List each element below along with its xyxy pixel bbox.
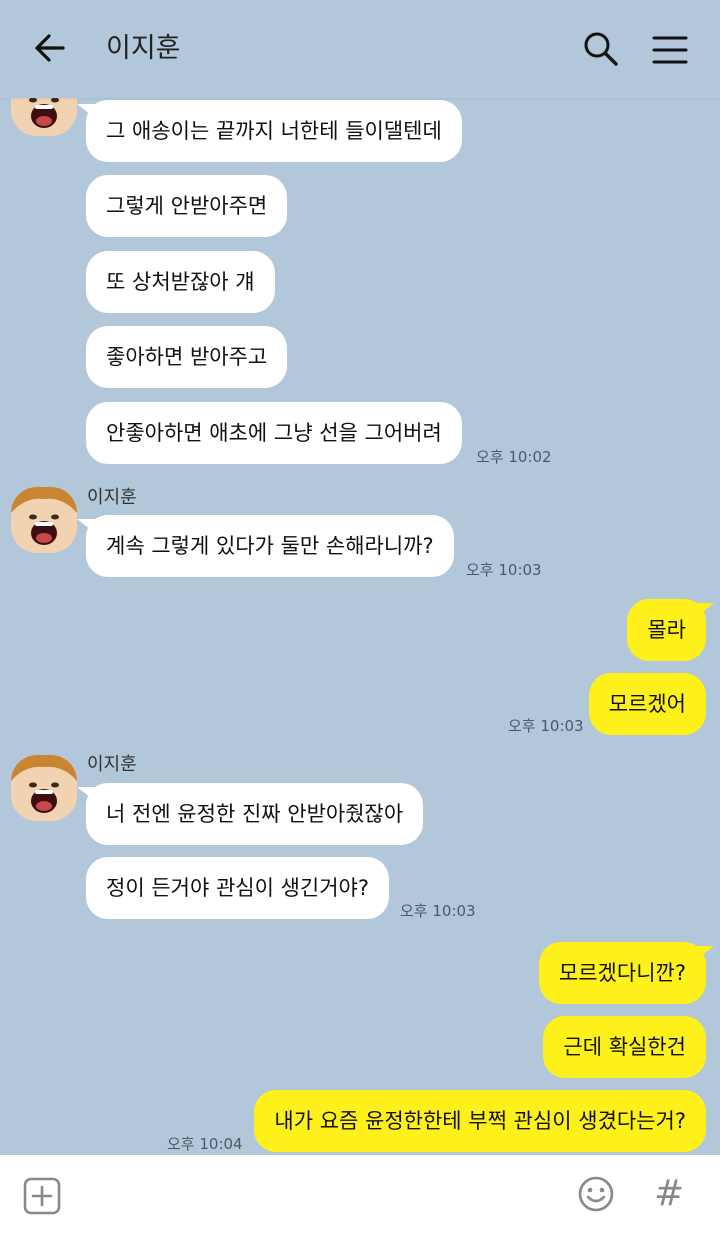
my-message-bubble[interactable]: 내가 요즘 윤정한한테 부쩍 관심이 생겼다는거? — [254, 1090, 706, 1152]
message-bubble[interactable]: 계속 그렇게 있다가 둘만 손해라니까? — [86, 515, 454, 577]
avatar[interactable] — [11, 755, 77, 821]
message-timestamp: 오후 10:03 — [508, 717, 584, 735]
hamburger-menu-icon — [652, 36, 688, 64]
sender-name: 이지훈 — [87, 487, 137, 508]
avatar-face-icon — [11, 755, 77, 821]
my-message-bubble[interactable]: 몰라 — [627, 599, 706, 661]
message-timestamp: 오후 10:03 — [400, 902, 476, 920]
message-timestamp: 오후 10:02 — [476, 448, 552, 466]
emoji-button[interactable] — [576, 1174, 616, 1214]
plus-square-icon — [23, 1177, 61, 1215]
message-input-bar[interactable]: # — [0, 1155, 720, 1238]
message-bubble[interactable]: 그 애송이는 끝까지 너한테 들이댈텐데 — [86, 100, 462, 162]
my-message-bubble[interactable]: 모르겠어 — [588, 673, 706, 735]
attach-button[interactable] — [22, 1176, 62, 1216]
smiley-icon — [578, 1176, 614, 1212]
message-bubble[interactable]: 정이 든거야 관심이 생긴거야? — [86, 857, 390, 919]
message-bubble[interactable]: 좋아하면 받아주고 — [86, 326, 288, 388]
message-bubble[interactable]: 너 전엔 윤정한 진짜 안받아줬잖아 — [86, 783, 424, 845]
sender-name: 이지훈 — [87, 754, 137, 775]
avatar-face-icon — [11, 487, 77, 553]
message-timestamp: 오후 10:04 — [167, 1135, 243, 1153]
search-icon — [584, 32, 618, 66]
my-message-bubble[interactable]: 모르겠다니깐? — [538, 942, 706, 1004]
menu-button[interactable] — [650, 30, 690, 70]
message-bubble[interactable]: 또 상처받잖아 걔 — [86, 251, 275, 313]
back-button[interactable] — [30, 28, 70, 68]
message-timestamp: 오후 10:03 — [466, 561, 542, 579]
search-button[interactable] — [580, 28, 622, 70]
arrow-left-icon — [35, 34, 65, 62]
chat-title: 이지훈 — [106, 33, 181, 64]
message-bubble[interactable]: 안좋아하면 애초에 그냥 선을 그어버려 — [86, 402, 462, 464]
chat-header: 이지훈 — [0, 0, 720, 98]
my-message-bubble[interactable]: 근데 확실한건 — [543, 1016, 706, 1078]
chat-area[interactable]: 그 애송이는 끝까지 너한테 들이댈텐데 그렇게 안받아주면 또 상처받잖아 걔… — [0, 0, 720, 1155]
message-bubble[interactable]: 그렇게 안받아주면 — [86, 175, 288, 237]
hashtag-button[interactable]: # — [654, 1169, 684, 1219]
avatar[interactable] — [11, 487, 77, 553]
